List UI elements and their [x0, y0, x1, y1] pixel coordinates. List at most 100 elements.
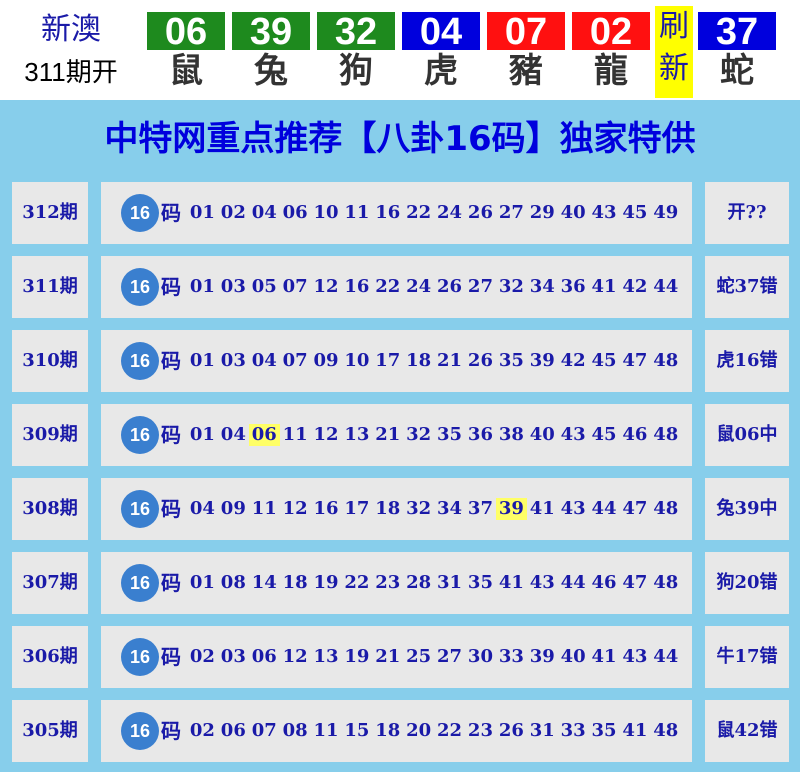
ma-label: 码 [161, 645, 181, 669]
predicted-number: 26 [437, 276, 463, 297]
refresh-button[interactable]: 刷 新 [655, 6, 693, 98]
predicted-number: 29 [529, 202, 555, 223]
predicted-number: 48 [653, 572, 679, 593]
count-badge: 16 [121, 268, 159, 306]
predicted-number: 43 [591, 202, 617, 223]
predicted-number: 01 [189, 424, 215, 445]
number-list: 01 02 04 06 10 11 16 22 24 26 27 29 40 43 45 49 [187, 182, 681, 244]
predicted-number: 08 [220, 572, 246, 593]
period-cell: 310期 [12, 330, 88, 392]
number-list: 01 03 05 07 12 16 22 24 26 27 32 34 36 41 42 44 [187, 256, 681, 318]
predicted-number: 43 [560, 424, 586, 445]
table-row: 310期 16 码 01 03 04 07 09 10 17 18 21 26 35 39 42 45 47 48 虎… [0, 322, 800, 396]
predicted-number: 17 [375, 350, 401, 371]
predicted-number: 48 [653, 424, 679, 445]
predicted-number: 11 [313, 720, 339, 741]
predicted-number: 44 [653, 646, 679, 667]
predicted-number: 22 [437, 720, 463, 741]
predicted-number: 45 [591, 424, 617, 445]
predicted-number: 13 [344, 424, 370, 445]
predicted-number: 44 [591, 498, 617, 519]
result-ball: 02 龍 [572, 12, 650, 91]
banner-title: 中特网重点推荐【八卦16码】独家特供 [104, 119, 696, 159]
result-cell: 蛇37错 [705, 256, 789, 318]
predicted-number: 03 [220, 350, 246, 371]
ma-label: 码 [161, 719, 181, 743]
count-badge: 16 [121, 712, 159, 750]
predicted-number: 09 [313, 350, 339, 371]
period-label: 307期 [22, 572, 78, 593]
result-cell: 牛17错 [705, 626, 789, 688]
predicted-number: 40 [560, 646, 586, 667]
ball-zodiac: 龍 [594, 51, 628, 91]
result-ball: 06 鼠 [147, 12, 225, 91]
predicted-number: 06 [282, 202, 308, 223]
result-label: 兔39中 [716, 498, 778, 519]
predicted-number: 39 [529, 350, 555, 371]
predicted-number: 35 [467, 572, 493, 593]
predicted-number: 10 [344, 350, 370, 371]
table-row: 311期 16 码 01 03 05 07 12 16 22 24 26 27 32 34 36 41 42 44 蛇… [0, 248, 800, 322]
ball-number: 32 [317, 12, 395, 52]
ball-zodiac: 兔 [254, 51, 288, 91]
predicted-number: 22 [375, 276, 401, 297]
predicted-number: 46 [622, 424, 648, 445]
predicted-number: 16 [375, 202, 401, 223]
predicted-number: 49 [653, 202, 679, 223]
predicted-number: 20 [406, 720, 432, 741]
refresh-label-2: 新 [659, 51, 689, 86]
number-list: 01 08 14 18 19 22 23 28 31 35 41 43 44 46 47 48 [187, 552, 681, 614]
result-ball: 07 豬 [487, 12, 565, 91]
predicted-number: 47 [622, 572, 648, 593]
count-badge: 16 [121, 638, 159, 676]
numbers-cell: 16 码 01 02 04 06 10 11 16 22 24 26 27 29 40 43 45 49 [101, 182, 692, 244]
prediction-table: 312期 16 码 01 02 04 06 10 11 16 22 24 26 27 29 40 43 45 49 开… [0, 174, 800, 772]
predicted-number: 35 [437, 424, 463, 445]
predicted-number: 01 [189, 276, 215, 297]
banner: 中特网重点推荐【八卦16码】独家特供 [0, 100, 800, 174]
predicted-number: 10 [313, 202, 339, 223]
header: 新澳 311期开 06 鼠 39 兔 32 狗 04 虎 07 豬 02 龍 37 蛇 刷 新 [0, 0, 800, 100]
predicted-number: 41 [622, 720, 648, 741]
result-label: 牛17错 [716, 646, 778, 667]
number-list: 02 06 07 08 11 15 18 20 22 23 26 31 33 35 41 48 [187, 700, 681, 762]
predicted-number: 25 [406, 646, 432, 667]
result-cell: 开?? [705, 182, 789, 244]
table-row: 308期 16 码 04 09 11 12 16 17 18 32 34 37 39 41 43 44 47 48 兔… [0, 470, 800, 544]
predicted-number: 47 [622, 350, 648, 371]
predicted-number: 38 [498, 424, 524, 445]
predicted-number: 08 [282, 720, 308, 741]
table-row: 312期 16 码 01 02 04 06 10 11 16 22 24 26 27 29 40 43 45 49 开… [0, 174, 800, 248]
predicted-number: 02 [189, 720, 215, 741]
predicted-number: 27 [437, 646, 463, 667]
result-cell: 虎16错 [705, 330, 789, 392]
predicted-number: 04 [251, 202, 277, 223]
result-ball: 04 虎 [402, 12, 480, 91]
predicted-number: 07 [282, 350, 308, 371]
predicted-number: 32 [406, 424, 432, 445]
number-list: 04 09 11 12 16 17 18 32 34 37 39 41 43 44 47 48 [187, 478, 681, 540]
predicted-number: 24 [406, 276, 432, 297]
ball-number: 04 [402, 12, 480, 52]
count-badge: 16 [121, 342, 159, 380]
ma-label: 码 [161, 423, 181, 447]
predicted-number: 48 [653, 350, 679, 371]
ma-label: 码 [161, 349, 181, 373]
ma-label: 码 [161, 201, 181, 225]
predicted-number: 48 [653, 720, 679, 741]
ball-number: 37 [698, 12, 776, 52]
predicted-number: 04 [220, 424, 246, 445]
result-ball: 32 狗 [317, 12, 395, 91]
period-label: 306期 [22, 646, 78, 667]
predicted-number: 35 [591, 720, 617, 741]
numbers-cell: 16 码 02 06 07 08 11 15 18 20 22 23 26 31 33 35 41 48 [101, 700, 692, 762]
predicted-number: 16 [313, 498, 339, 519]
numbers-cell: 16 码 02 03 06 12 13 19 21 25 27 30 33 39 40 41 43 44 [101, 626, 692, 688]
predicted-number: 45 [622, 202, 648, 223]
predicted-number: 35 [498, 350, 524, 371]
result-ball: 37 蛇 [698, 12, 776, 91]
number-list: 01 03 04 07 09 10 17 18 21 26 35 39 42 45 47 48 [187, 330, 681, 392]
period-label: 309期 [22, 424, 78, 445]
predicted-number: 43 [529, 572, 555, 593]
predicted-number: 12 [282, 498, 308, 519]
